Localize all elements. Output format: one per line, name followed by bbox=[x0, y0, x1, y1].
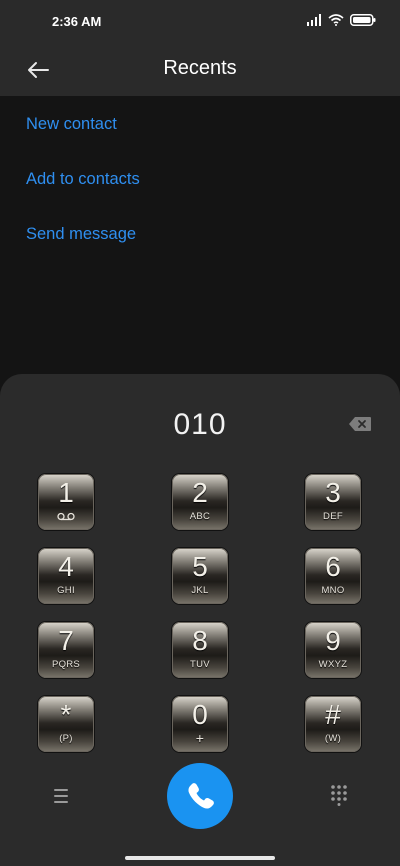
key-letters: + bbox=[195, 730, 205, 746]
key-digit: 7 bbox=[58, 625, 74, 656]
status-icons bbox=[306, 14, 376, 26]
dialer-panel: 010 1 2 ABC 3 DEF 4 GHI 5 JKL 6 MNO 7 PQ… bbox=[0, 374, 400, 866]
key-6[interactable]: 6 MNO bbox=[305, 548, 361, 604]
key-2[interactable]: 2 ABC bbox=[172, 474, 228, 530]
key-1[interactable]: 1 bbox=[38, 474, 94, 530]
key-letters: (W) bbox=[324, 733, 342, 744]
phone-icon bbox=[188, 783, 214, 809]
call-button[interactable] bbox=[167, 763, 233, 829]
backspace-icon[interactable] bbox=[348, 416, 372, 432]
key-letters: TUV bbox=[190, 659, 210, 670]
key-hash[interactable]: # (W) bbox=[305, 696, 361, 752]
key-7[interactable]: 7 PQRS bbox=[38, 622, 94, 678]
key-digit: 2 bbox=[192, 477, 208, 508]
wifi-icon bbox=[328, 14, 344, 26]
key-digit: 5 bbox=[192, 551, 208, 582]
signal-icon bbox=[307, 14, 321, 26]
status-time: 2:36 AM bbox=[52, 14, 102, 29]
key-5[interactable]: 5 JKL bbox=[172, 548, 228, 604]
key-letters: JKL bbox=[191, 585, 209, 596]
key-letters: PQRS bbox=[51, 659, 81, 670]
app-header: Recents bbox=[0, 44, 400, 96]
home-indicator[interactable] bbox=[125, 856, 275, 860]
add-to-contacts-link[interactable]: Add to contacts bbox=[26, 151, 400, 206]
voicemail-icon bbox=[57, 512, 75, 521]
key-digit: # bbox=[325, 699, 341, 730]
status-bar: 2:36 AM bbox=[0, 0, 400, 44]
key-letters: ABC bbox=[189, 511, 211, 522]
key-9[interactable]: 9 WXYZ bbox=[305, 622, 361, 678]
key-letters: DEF bbox=[323, 511, 343, 522]
new-contact-link[interactable]: New contact bbox=[26, 96, 400, 151]
key-digit: * bbox=[60, 699, 72, 730]
key-digit: 1 bbox=[58, 477, 74, 508]
key-digit: 9 bbox=[325, 625, 341, 656]
key-letters: MNO bbox=[321, 585, 345, 596]
menu-icon[interactable] bbox=[48, 786, 74, 806]
key-digit: 0 bbox=[192, 699, 208, 730]
key-8[interactable]: 8 TUV bbox=[172, 622, 228, 678]
key-letters: WXYZ bbox=[318, 659, 348, 670]
action-list: New contact Add to contacts Send message bbox=[0, 96, 400, 261]
page-title: Recents bbox=[163, 57, 237, 79]
battery-icon bbox=[350, 14, 376, 26]
key-letters: (P) bbox=[59, 733, 73, 744]
key-digit: 6 bbox=[325, 551, 341, 582]
key-4[interactable]: 4 GHI bbox=[38, 548, 94, 604]
key-digit: 8 bbox=[192, 625, 208, 656]
key-3[interactable]: 3 DEF bbox=[305, 474, 361, 530]
key-star[interactable]: * (P) bbox=[38, 696, 94, 752]
key-letters: GHI bbox=[57, 585, 75, 596]
key-0[interactable]: 0 + bbox=[172, 696, 228, 752]
key-digit: 4 bbox=[58, 551, 74, 582]
send-message-link[interactable]: Send message bbox=[26, 206, 400, 261]
dialpad-icon[interactable] bbox=[328, 784, 350, 806]
dialed-number: 010 bbox=[173, 408, 227, 441]
key-digit: 3 bbox=[325, 477, 341, 508]
